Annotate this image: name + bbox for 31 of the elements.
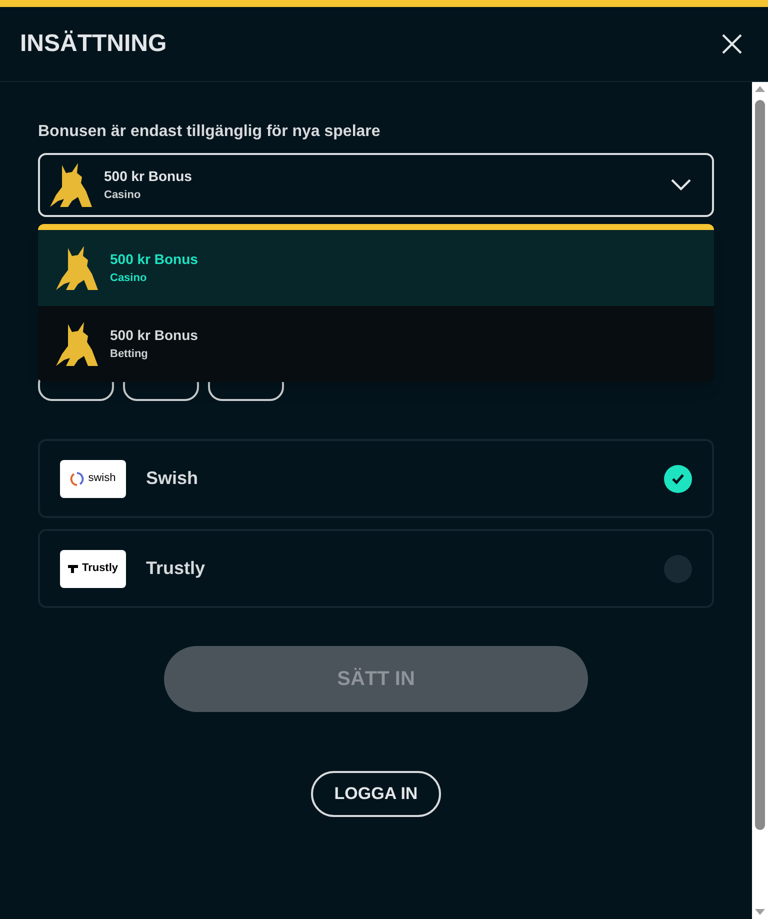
bonus-title: 500 kr Bonus (104, 167, 193, 186)
logo-text: Trustly (82, 561, 118, 576)
option-title: 500 kr Bonus (110, 250, 198, 270)
swish-logo-icon (70, 472, 84, 486)
radio-indicator[interactable] (664, 464, 692, 492)
option-title: 500 kr Bonus (110, 326, 198, 346)
payment-name: Trustly (146, 557, 206, 580)
bonus-select[interactable]: 500 kr Bonus Casino (38, 153, 714, 217)
radio-indicator[interactable] (664, 554, 692, 582)
login-button[interactable]: LOGGA IN (311, 771, 441, 817)
bull-icon (54, 244, 98, 292)
bonus-option[interactable]: 500 kr Bonus Casino (38, 230, 714, 306)
option-subtitle: Betting (110, 347, 149, 362)
chevron-icon (670, 178, 692, 192)
scroll-up-icon[interactable] (755, 86, 765, 92)
scroll-down-icon[interactable] (755, 909, 765, 915)
logo-text: swish (88, 471, 116, 486)
bonus-option[interactable]: 500 kr Bonus Betting (38, 306, 714, 382)
close-icon (721, 33, 743, 55)
payment-option[interactable]: Trustly Trustly (38, 529, 714, 608)
bonus-label: Bonusen är endast tillgänglig för nya spelare (38, 122, 382, 142)
bull-icon (54, 320, 98, 368)
bull-icon (48, 161, 92, 209)
scrollbar[interactable] (752, 82, 768, 919)
trustly-logo-icon (68, 564, 78, 572)
payment-option[interactable]: swish Swish (38, 439, 714, 518)
check-icon (671, 472, 685, 484)
bonus-subtitle: Casino (104, 188, 142, 204)
payment-name: Swish (146, 467, 200, 490)
modal-title: INSÄTTNING (20, 29, 167, 59)
option-subtitle: Casino (110, 271, 148, 286)
